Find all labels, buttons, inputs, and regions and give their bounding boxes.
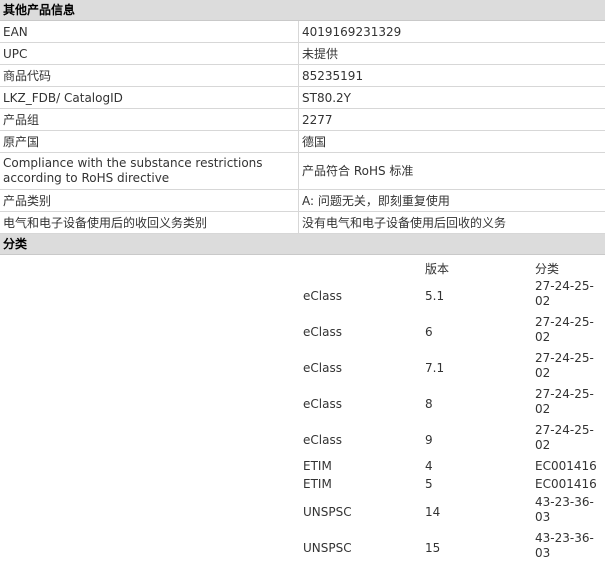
classification-row: UNSPSC 14 43-23-36-03 xyxy=(303,493,603,529)
classification-system: eClass xyxy=(303,289,342,303)
section-title-classification: 分类 xyxy=(0,234,605,255)
classification-code: 27-24-25-02 xyxy=(535,279,605,309)
section-title-other-info: 其他产品信息 xyxy=(0,0,605,21)
row-key: Compliance with the substance restrictio… xyxy=(0,153,299,190)
column-header-version: 版本 xyxy=(425,260,449,277)
classification-row: eClass 9 27-24-25-02 xyxy=(303,421,603,457)
row-value: A: 问题无关，即刻重复使用 xyxy=(299,190,605,212)
table-row: 原产国 德国 xyxy=(0,131,605,153)
classification-version: 7.1 xyxy=(425,361,444,375)
classification-version: 4 xyxy=(425,459,433,473)
table-row: 电气和电子设备使用后的收回义务类别 没有电气和电子设备使用后回收的义务 xyxy=(0,212,605,234)
row-key: 产品类别 xyxy=(0,190,299,212)
row-value: 没有电气和电子设备使用后回收的义务 xyxy=(299,212,605,234)
row-key: 商品代码 xyxy=(0,65,299,87)
classification-section: 版本 分类 eClass 5.1 27-24-25-02 eClass 6 27… xyxy=(0,255,605,576)
classification-version: 9 xyxy=(425,433,433,447)
row-value: 85235191 xyxy=(299,65,605,87)
row-value: 产品符合 RoHS 标准 xyxy=(299,153,605,190)
classification-system: UNSPSC xyxy=(303,541,352,555)
classification-code: 43-23-36-03 xyxy=(535,531,605,561)
classification-system: eClass xyxy=(303,433,342,447)
classification-row: UNSPSC 15 43-23-36-03 xyxy=(303,529,603,565)
product-info-table: EAN 4019169231329 UPC 未提供 商品代码 85235191 … xyxy=(0,21,605,234)
row-value: ST80.2Y xyxy=(299,87,605,109)
classification-row: ETIM 5 EC001416 xyxy=(303,475,603,493)
table-row: Compliance with the substance restrictio… xyxy=(0,153,605,190)
classification-code: 27-24-25-02 xyxy=(535,315,605,345)
classification-system: eClass xyxy=(303,361,342,375)
classification-row: eClass 5.1 27-24-25-02 xyxy=(303,277,603,313)
classification-code: 27-24-25-02 xyxy=(535,423,605,453)
row-value: 2277 xyxy=(299,109,605,131)
classification-version: 5.1 xyxy=(425,289,444,303)
classification-system: UNSPSC xyxy=(303,505,352,519)
classification-code: EC001416 xyxy=(535,459,605,474)
classification-header-row: 版本 分类 xyxy=(303,255,603,277)
classification-version: 5 xyxy=(425,477,433,491)
classification-system: eClass xyxy=(303,397,342,411)
row-key: 产品组 xyxy=(0,109,299,131)
classification-code: EC001416 xyxy=(535,477,605,492)
classification-row: eClass 7.1 27-24-25-02 xyxy=(303,349,603,385)
classification-version: 14 xyxy=(425,505,440,519)
row-key: 电气和电子设备使用后的收回义务类别 xyxy=(0,212,299,234)
row-key: LKZ_FDB/ CatalogID xyxy=(0,87,299,109)
classification-version: 15 xyxy=(425,541,440,555)
row-value: 未提供 xyxy=(299,43,605,65)
row-key: 原产国 xyxy=(0,131,299,153)
product-details: 其他产品信息 EAN 4019169231329 UPC 未提供 商品代码 85… xyxy=(0,0,605,576)
table-row: UPC 未提供 xyxy=(0,43,605,65)
classification-row: eClass 8 27-24-25-02 xyxy=(303,385,603,421)
classification-code: 27-24-25-02 xyxy=(535,351,605,381)
column-header-class: 分类 xyxy=(535,260,559,277)
classification-version: 8 xyxy=(425,397,433,411)
classification-system: ETIM xyxy=(303,477,332,491)
table-row: 产品组 2277 xyxy=(0,109,605,131)
classification-version: 6 xyxy=(425,325,433,339)
row-key: UPC xyxy=(0,43,299,65)
classification-table: 版本 分类 eClass 5.1 27-24-25-02 eClass 6 27… xyxy=(303,255,603,565)
row-key: EAN xyxy=(0,21,299,43)
classification-code: 27-24-25-02 xyxy=(535,387,605,417)
row-value: 德国 xyxy=(299,131,605,153)
table-row: 商品代码 85235191 xyxy=(0,65,605,87)
classification-row: eClass 6 27-24-25-02 xyxy=(303,313,603,349)
table-row: 产品类别 A: 问题无关，即刻重复使用 xyxy=(0,190,605,212)
table-row: LKZ_FDB/ CatalogID ST80.2Y xyxy=(0,87,605,109)
table-row: EAN 4019169231329 xyxy=(0,21,605,43)
classification-code: 43-23-36-03 xyxy=(535,495,605,525)
classification-row: ETIM 4 EC001416 xyxy=(303,457,603,475)
classification-system: eClass xyxy=(303,325,342,339)
row-value: 4019169231329 xyxy=(299,21,605,43)
classification-system: ETIM xyxy=(303,459,332,473)
